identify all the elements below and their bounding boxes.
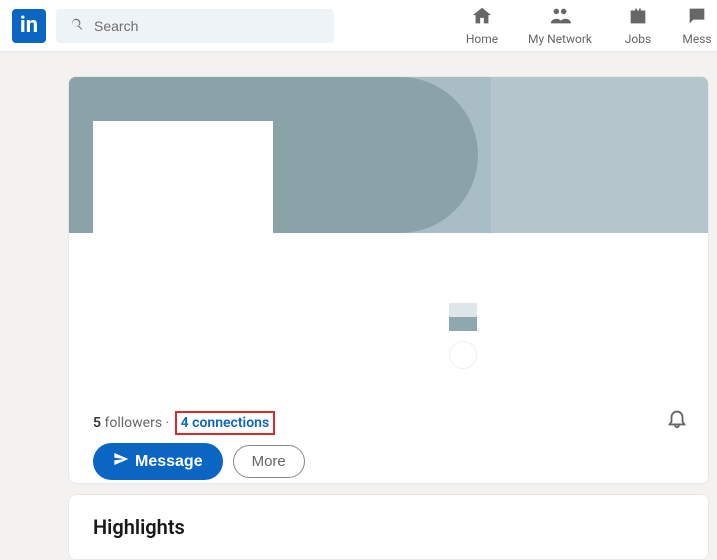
briefcase-icon [627,5,649,30]
profile-body: 5 followers · 4 connections Message More [69,233,708,483]
nav-jobs[interactable]: Jobs [599,0,677,51]
highlights-title: Highlights [93,515,684,539]
cover-image [69,77,708,233]
nav-messaging-label: Mess [682,32,711,46]
nav-messaging[interactable]: Mess [677,0,717,51]
search-input[interactable] [56,9,334,43]
search-icon [70,16,84,35]
message-button-label: Message [135,453,203,471]
notify-bell-button[interactable] [666,407,688,433]
linkedin-logo[interactable]: in [12,9,46,43]
profile-card: 5 followers · 4 connections Message More [68,76,709,484]
send-icon [113,451,129,472]
top-nav: Home My Network Jobs Mess [443,0,717,51]
company-thumb[interactable] [449,303,477,331]
separator-dot: · [166,415,173,431]
profile-stats: 5 followers · 4 connections [93,411,275,435]
connections-link[interactable]: 4 connections [175,411,275,435]
more-button[interactable]: More [233,445,305,478]
message-button[interactable]: Message [93,443,223,480]
network-icon [549,5,571,30]
highlights-card: Highlights [68,494,709,560]
search-wrap [56,9,334,43]
company-thumb[interactable] [449,341,477,369]
followers-count: 5 [93,415,101,431]
global-header: in Home My Network Jobs [0,0,717,52]
nav-network-label: My Network [528,32,592,46]
profile-actions: Message More [93,443,305,480]
message-icon [686,5,708,30]
nav-network[interactable]: My Network [521,0,599,51]
home-icon [471,5,493,30]
company-thumbs [449,303,477,369]
followers-label: followers [104,415,162,431]
nav-jobs-label: Jobs [625,32,651,46]
nav-home-label: Home [466,32,498,46]
main-content: 5 followers · 4 connections Message More… [0,52,717,560]
nav-home[interactable]: Home [443,0,521,51]
